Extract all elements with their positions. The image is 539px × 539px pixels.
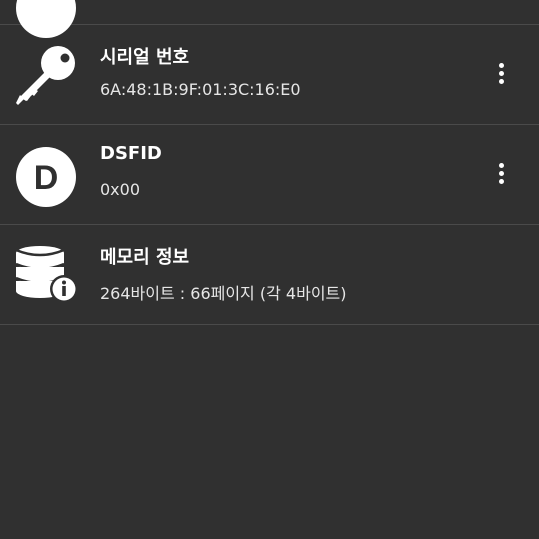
database-info-icon	[15, 246, 78, 303]
list-item-dsfid[interactable]: D DSFID 0x00	[0, 125, 539, 225]
key-icon	[16, 46, 75, 105]
memory-info-value: 264바이트 : 66페이지 (각 4바이트)	[100, 284, 347, 303]
tag-info-screen: 시리얼 번호 6A:48:1B:9F:01:3C:16:E0 D DSFID 0…	[0, 0, 539, 539]
dsfid-title: DSFID	[100, 143, 162, 164]
icon-letter: D	[34, 159, 59, 197]
list-item-serial-number[interactable]: 시리얼 번호 6A:48:1B:9F:01:3C:16:E0	[0, 25, 539, 125]
list-item-top[interactable]	[0, 0, 539, 38]
list-item-memory-info[interactable]: 메모리 정보 264바이트 : 66페이지 (각 4바이트)	[0, 225, 539, 325]
serial-number-value: 6A:48:1B:9F:01:3C:16:E0	[100, 80, 301, 99]
letter-d-icon: D	[16, 147, 76, 207]
memory-info-title: 메모리 정보	[100, 247, 190, 268]
dsfid-value: 0x00	[100, 180, 141, 199]
serial-number-more-options-icon[interactable]	[489, 63, 513, 89]
serial-number-title: 시리얼 번호	[100, 47, 190, 68]
dsfid-more-options-icon[interactable]	[489, 163, 513, 189]
